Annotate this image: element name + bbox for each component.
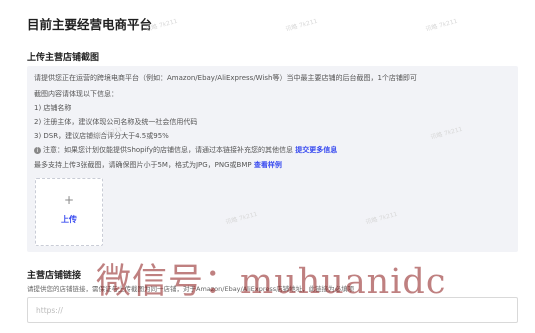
intro-text: 请提供您正在运营的跨境电商平台（例如：Amazon/Ebay/AliExpres… — [34, 74, 417, 82]
note-line: i 注意：如果您计划仅能提供Shopify的店铺信息，请通过本链接补充您的其他信息… — [34, 146, 337, 155]
upload-limit-line: 最多支持上传3张截图，请确保图片小于5M，格式为JPG，PNG或BMP 查看样例 — [34, 161, 282, 170]
requirement-item-1: 1) 店铺名称 — [34, 104, 72, 112]
submit-more-info-link[interactable]: 提交更多信息 — [295, 146, 337, 154]
wechat-watermark-overlay: 微信号：muhuanidc — [96, 262, 447, 302]
upload-label: 上传 — [61, 215, 77, 224]
note-text: 注意：如果您计划仅能提供Shopify的店铺信息，请通过本链接补充您的其他信息 — [43, 146, 294, 154]
store-link-label: 主营店铺链接 — [27, 271, 82, 281]
plus-icon: + — [63, 193, 75, 207]
upload-button[interactable]: + 上传 — [35, 178, 103, 246]
upload-limit-text: 最多支持上传3张截图，请确保图片小于5M，格式为JPG，PNG或BMP — [34, 161, 252, 169]
intro-text-2: 截图内容请体现以下信息： — [34, 90, 118, 98]
view-sample-link[interactable]: 查看样例 — [254, 161, 282, 169]
store-screenshot-label: 上传主营店铺截图 — [27, 53, 100, 63]
info-icon: i — [34, 147, 41, 154]
page-title: 目前主要经营电商平台 — [27, 17, 153, 32]
background-watermark: 讯略 7k211 — [424, 17, 459, 34]
background-watermark: 讯略 7k211 — [284, 17, 319, 34]
store-screenshot-panel: 请提供您正在运营的跨境电商平台（例如：Amazon/Ebay/AliExpres… — [27, 66, 518, 252]
